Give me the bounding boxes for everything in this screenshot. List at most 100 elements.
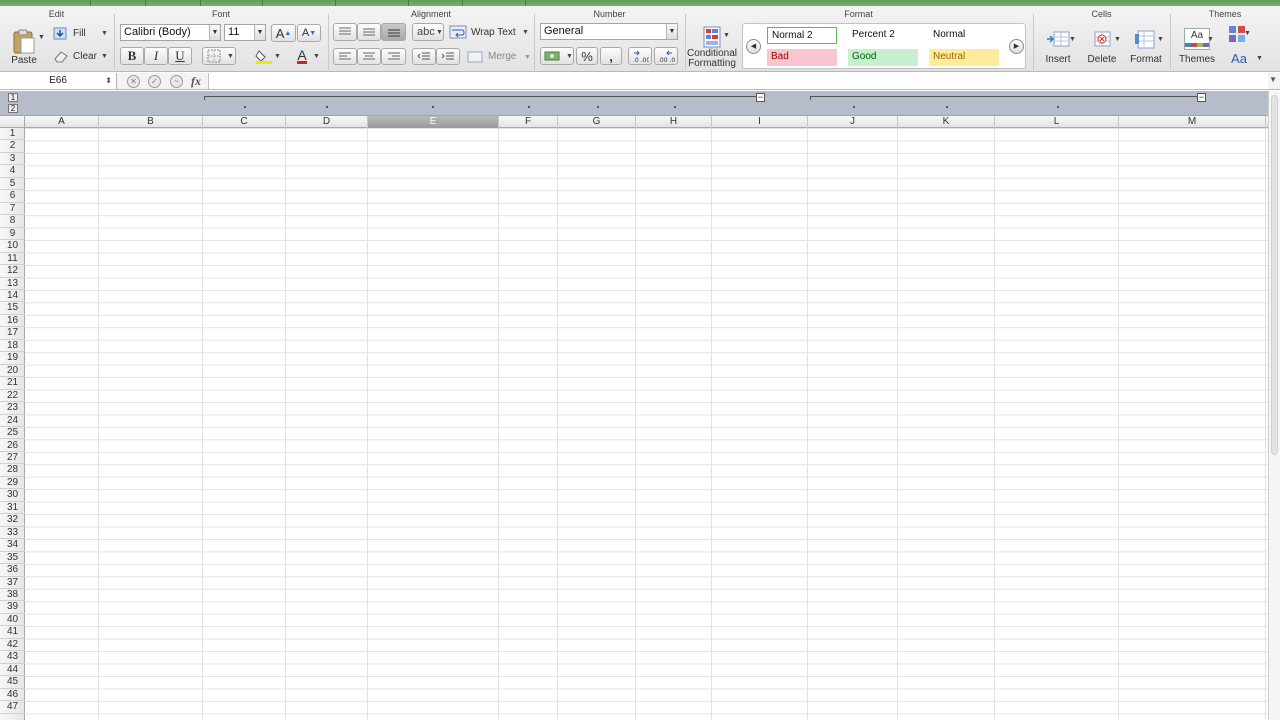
cancel-entry-icon[interactable]: ✕ — [127, 75, 140, 88]
insert-dropdown-arrow[interactable]: ▼ — [1069, 36, 1076, 43]
orientation-button[interactable]: abc ▼ — [412, 23, 444, 41]
borders-button[interactable]: ▼ — [202, 47, 236, 65]
delete-dropdown-arrow[interactable]: ▼ — [1114, 36, 1121, 43]
theme-fonts-dropdown-arrow[interactable]: ▼ — [1256, 55, 1263, 62]
row-header-13[interactable]: 13 — [0, 278, 25, 290]
grow-font-button[interactable]: A ▲ — [271, 24, 296, 42]
style-bad[interactable]: Bad — [767, 49, 837, 66]
font-family-dropdown-arrow[interactable]: ▼ — [209, 25, 220, 40]
themes-button[interactable]: Aa Themes — [1174, 22, 1220, 70]
column-header-e[interactable]: E — [368, 116, 499, 128]
outline-level-1-button[interactable]: 1 — [8, 93, 18, 102]
formula-builder-icon[interactable]: ~ — [170, 75, 183, 88]
name-box[interactable]: E66 ⬍ — [0, 73, 117, 89]
row-header-37[interactable]: 37 — [0, 577, 25, 589]
column-header-c[interactable]: C — [203, 116, 286, 128]
bold-button[interactable]: B — [120, 47, 144, 65]
row-header-5[interactable]: 5 — [0, 178, 25, 191]
column-header-f[interactable]: F — [499, 116, 558, 128]
row-header-43[interactable]: 43 — [0, 651, 25, 664]
align-left-button[interactable] — [333, 48, 357, 65]
column-header-k[interactable]: K — [898, 116, 995, 128]
row-header-47[interactable]: 47 — [0, 701, 25, 714]
row-header-24[interactable]: 24 — [0, 415, 25, 428]
wrap-text-button[interactable]: Wrap Text ▼ — [448, 23, 530, 41]
outline-collapse-1-button[interactable]: − — [756, 93, 765, 102]
number-format-select[interactable]: General ▼ — [540, 23, 678, 40]
row-header-38[interactable]: 38 — [0, 589, 25, 602]
row-header-44[interactable]: 44 — [0, 664, 25, 677]
styles-prev-button[interactable]: ◀ — [746, 39, 761, 54]
currency-format-button[interactable]: ▼ — [540, 47, 574, 65]
row-header-40[interactable]: 40 — [0, 614, 25, 627]
outline-level-2-button[interactable]: 2 — [8, 104, 18, 113]
row-header-34[interactable]: 34 — [0, 539, 25, 552]
row-header-31[interactable]: 31 — [0, 502, 25, 515]
row-header-10[interactable]: 10 — [0, 240, 25, 253]
decrease-indent-button[interactable] — [412, 48, 436, 65]
confirm-entry-icon[interactable]: ✓ — [148, 75, 161, 88]
row-header-36[interactable]: 36 — [0, 564, 25, 577]
merge-button[interactable]: Merge ▼ — [466, 48, 531, 65]
row-header-30[interactable]: 30 — [0, 489, 25, 502]
cell-grid[interactable] — [25, 128, 1268, 720]
column-header-b[interactable]: B — [99, 116, 203, 128]
row-header-6[interactable]: 6 — [0, 190, 25, 203]
align-bottom-button[interactable] — [381, 23, 406, 41]
italic-button[interactable]: I — [144, 47, 168, 65]
decrease-decimal-button[interactable]: .00 .0 — [654, 47, 678, 65]
vertical-scroll-thumb[interactable] — [1271, 95, 1278, 455]
row-header-4[interactable]: 4 — [0, 165, 25, 178]
row-header-20[interactable]: 20 — [0, 365, 25, 378]
style-neutral[interactable]: Neutral — [929, 49, 999, 66]
conditional-formatting-dropdown-arrow[interactable]: ▼ — [723, 32, 730, 39]
row-header-25[interactable]: 25 — [0, 427, 25, 440]
format-cells-button[interactable]: Format — [1125, 22, 1167, 70]
row-header-23[interactable]: 23 — [0, 402, 25, 415]
row-header-2[interactable]: 2 — [0, 140, 25, 153]
style-percent-2[interactable]: Percent 2 — [848, 27, 918, 44]
conditional-formatting-button[interactable]: Conditional Formatting — [686, 22, 738, 72]
format-dropdown-arrow[interactable]: ▼ — [1157, 36, 1164, 43]
formula-input[interactable] — [208, 73, 1268, 89]
column-header-l[interactable]: L — [995, 116, 1119, 128]
paste-dropdown-arrow[interactable]: ▼ — [38, 34, 45, 41]
insert-cells-button[interactable]: Insert — [1037, 22, 1079, 70]
row-header-22[interactable]: 22 — [0, 390, 25, 403]
row-header-8[interactable]: 8 — [0, 215, 25, 228]
column-header-a[interactable]: A — [25, 116, 99, 128]
column-header-d[interactable]: D — [286, 116, 368, 128]
style-good[interactable]: Good — [848, 49, 918, 66]
comma-style-button[interactable]: , — [600, 47, 622, 65]
row-header-39[interactable]: 39 — [0, 601, 25, 614]
align-center-button[interactable] — [357, 48, 381, 65]
font-size-select[interactable]: 11 ▼ — [224, 24, 266, 41]
align-middle-button[interactable] — [357, 23, 381, 41]
column-header-i[interactable]: I — [712, 116, 808, 128]
fill-button[interactable]: Fill ▼ — [52, 25, 110, 42]
insert-function-button[interactable]: fx — [191, 74, 201, 89]
formula-bar-expand-icon[interactable]: ▼ — [1269, 75, 1277, 84]
number-format-dropdown-arrow[interactable]: ▼ — [666, 24, 677, 39]
align-top-button[interactable] — [333, 23, 357, 41]
row-header-7[interactable]: 7 — [0, 203, 25, 216]
row-header-26[interactable]: 26 — [0, 440, 25, 452]
row-header-9[interactable]: 9 — [0, 228, 25, 241]
row-header-41[interactable]: 41 — [0, 626, 25, 639]
row-header-1[interactable]: 1 — [0, 128, 25, 141]
delete-cells-button[interactable]: Delete — [1081, 22, 1123, 70]
row-header-11[interactable]: 11 — [0, 253, 25, 266]
font-color-button[interactable]: A ▼ — [284, 47, 320, 65]
column-header-j[interactable]: J — [808, 116, 898, 128]
row-header-45[interactable]: 45 — [0, 676, 25, 689]
row-header-15[interactable]: 15 — [0, 302, 25, 315]
column-header-h[interactable]: H — [636, 116, 712, 128]
paste-button[interactable]: Paste — [6, 24, 42, 70]
increase-decimal-button[interactable]: .0 .00 — [628, 47, 652, 65]
name-box-stepper-icon[interactable]: ⬍ — [105, 73, 112, 89]
row-header-32[interactable]: 32 — [0, 514, 25, 527]
row-header-33[interactable]: 33 — [0, 527, 25, 540]
row-header-28[interactable]: 28 — [0, 464, 25, 477]
vertical-scrollbar[interactable] — [1268, 91, 1280, 720]
style-normal[interactable]: Normal — [929, 27, 999, 44]
